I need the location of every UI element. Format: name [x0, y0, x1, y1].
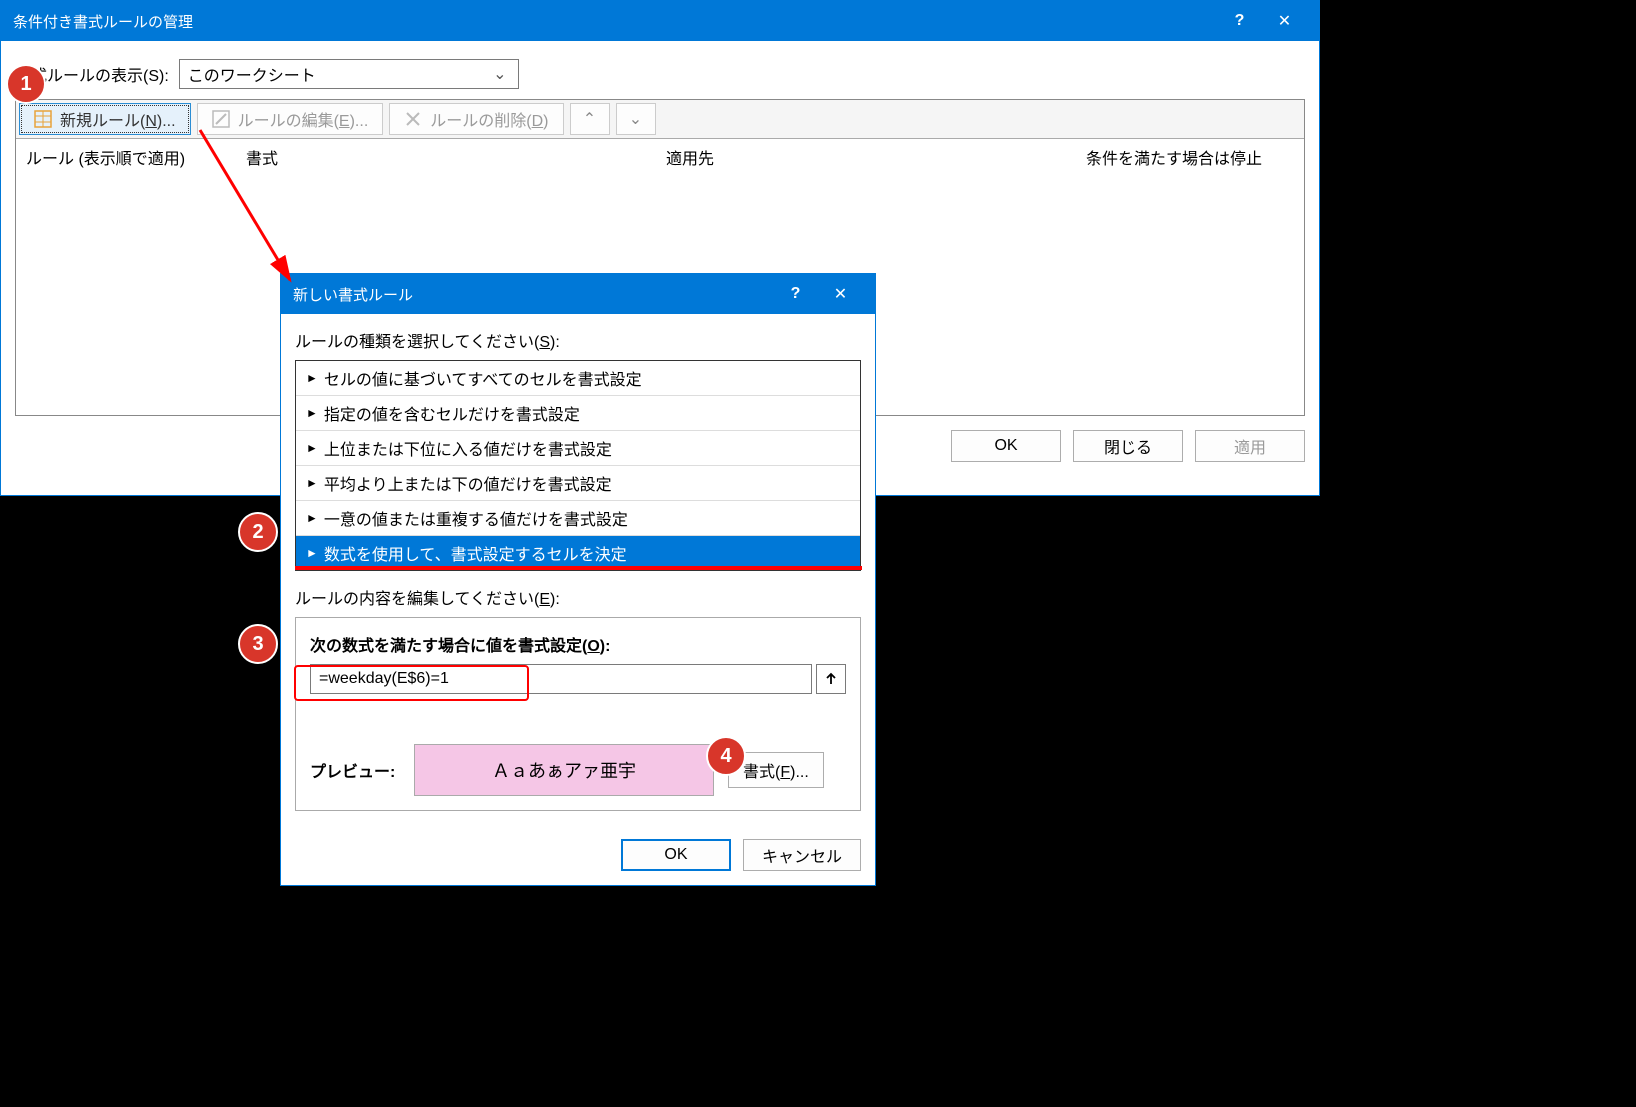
bullet-icon: ►	[306, 511, 318, 525]
bullet-icon: ►	[306, 441, 318, 455]
annotation-underline	[295, 566, 862, 570]
annotation-badge-2: 2	[238, 512, 278, 552]
chevron-down-icon: ⌄	[490, 64, 510, 84]
close-button[interactable]: ✕	[1262, 1, 1307, 41]
rule-type-list[interactable]: ►セルの値に基づいてすべてのセルを書式設定 ►指定の値を含むセルだけを書式設定 …	[295, 360, 861, 571]
formula-input[interactable]	[310, 664, 812, 694]
edit-rule-button[interactable]: ルールの編集(E)...	[197, 103, 384, 135]
sub-ok-button[interactable]: OK	[621, 839, 731, 871]
bullet-icon: ►	[306, 371, 318, 385]
col-format: 書式	[246, 145, 666, 169]
preview-label: プレビュー:	[310, 758, 400, 782]
delete-rule-button[interactable]: ルールの削除(D)	[389, 103, 563, 135]
sub-title: 新しい書式ルール	[293, 284, 773, 305]
bullet-icon: ►	[306, 546, 318, 560]
annotation-badge-1: 1	[6, 64, 46, 104]
annotation-badge-4: 4	[706, 736, 746, 776]
move-down-button[interactable]: ⌄	[616, 103, 656, 135]
bullet-icon: ►	[306, 476, 318, 490]
edit-content-label: ルールの内容を編集してください(E):	[281, 571, 875, 617]
rule-type-item[interactable]: ►上位または下位に入る値だけを書式設定	[296, 431, 860, 466]
annotation-badge-3: 3	[238, 624, 278, 664]
sub-titlebar: 新しい書式ルール ? ✕	[281, 274, 875, 314]
scope-dropdown[interactable]: このワークシート ⌄	[179, 59, 519, 89]
preview-row: プレビュー: Ａａあぁアァ亜宇 書式(F)...	[310, 744, 846, 796]
sub-close-button[interactable]: ✕	[818, 274, 863, 314]
toolbar: 新規ルール(N)... ルールの編集(E)... ルールの削除(D) ⌃ ⌄	[16, 100, 1304, 139]
rule-type-item[interactable]: ►指定の値を含むセルだけを書式設定	[296, 396, 860, 431]
move-up-button[interactable]: ⌃	[570, 103, 610, 135]
preview-box: Ａａあぁアァ亜宇	[414, 744, 714, 796]
col-applies: 適用先	[666, 145, 1086, 169]
ok-button[interactable]: OK	[951, 430, 1061, 462]
close-button-bottom[interactable]: 閉じる	[1073, 430, 1183, 462]
col-stop: 条件を満たす場合は停止	[1086, 145, 1294, 169]
dropdown-value: このワークシート	[188, 62, 316, 86]
edit-box: 次の数式を満たす場合に値を書式設定(O): プレビュー: Ａａあぁアァ亜宇 書式…	[295, 617, 861, 811]
bullet-icon: ►	[306, 406, 318, 420]
column-headers: ルール (表示順で適用) 書式 適用先 条件を満たす場合は停止	[16, 139, 1304, 175]
main-title: 条件付き書式ルールの管理	[13, 11, 1217, 32]
formula-row	[310, 664, 846, 694]
formula-label: 次の数式を満たす場合に値を書式設定(O):	[310, 632, 846, 656]
sub-button-bar: OK キャンセル	[281, 825, 875, 885]
sub-cancel-button[interactable]: キャンセル	[743, 839, 861, 871]
delete-rule-icon	[404, 110, 422, 128]
rule-type-item[interactable]: ►セルの値に基づいてすべてのセルを書式設定	[296, 361, 860, 396]
collapse-icon	[824, 672, 838, 686]
range-selector-button[interactable]	[816, 664, 846, 694]
edit-rule-icon	[212, 110, 230, 128]
select-type-label: ルールの種類を選択してください(S):	[281, 314, 875, 360]
new-rule-button[interactable]: 新規ルール(N)...	[19, 103, 191, 135]
rule-type-item[interactable]: ►平均より上または下の値だけを書式設定	[296, 466, 860, 501]
new-rule-dialog: 新しい書式ルール ? ✕ ルールの種類を選択してください(S): ►セルの値に基…	[280, 273, 876, 886]
col-rule: ルール (表示順で適用)	[26, 145, 246, 169]
apply-button[interactable]: 適用	[1195, 430, 1305, 462]
new-rule-icon	[34, 110, 52, 128]
rule-type-item-selected[interactable]: ►数式を使用して、書式設定するセルを決定	[296, 536, 860, 570]
main-titlebar: 条件付き書式ルールの管理 ? ✕	[1, 1, 1319, 41]
help-button[interactable]: ?	[1217, 1, 1262, 41]
show-rules-row: 書式ルールの表示(S): このワークシート ⌄	[1, 41, 1319, 99]
sub-help-button[interactable]: ?	[773, 274, 818, 314]
rule-type-item[interactable]: ►一意の値または重複する値だけを書式設定	[296, 501, 860, 536]
